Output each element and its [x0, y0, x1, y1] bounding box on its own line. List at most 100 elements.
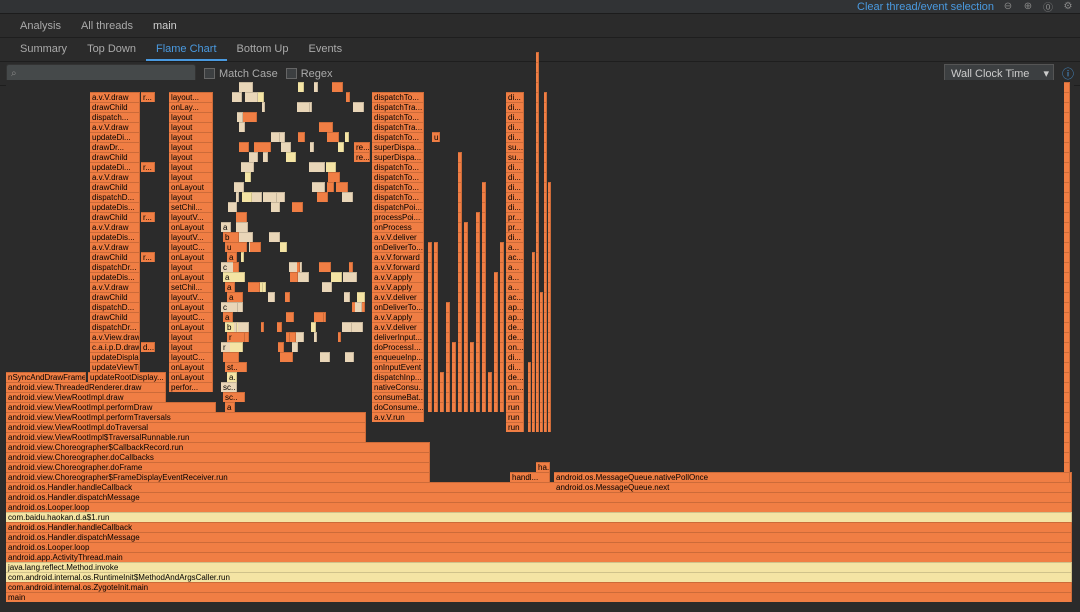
- flame-frame[interactable]: [528, 372, 531, 382]
- flame-frame[interactable]: [544, 332, 547, 342]
- flame-frame[interactable]: [536, 102, 539, 112]
- flame-frame[interactable]: run: [506, 392, 524, 402]
- flame-frame[interactable]: [440, 382, 444, 392]
- flame-frame[interactable]: [464, 302, 468, 312]
- flame-frame[interactable]: a...: [506, 272, 524, 282]
- flame-frame[interactable]: a.v.View.draw: [90, 332, 140, 342]
- flame-frame[interactable]: [1064, 202, 1070, 212]
- flame-frame[interactable]: [540, 392, 543, 402]
- flame-frame[interactable]: su...: [506, 142, 524, 152]
- flame-frame[interactable]: [458, 192, 462, 202]
- tab-analysis[interactable]: Analysis: [10, 15, 71, 37]
- flame-frame[interactable]: a.v.V.apply: [372, 312, 424, 322]
- flame-frame[interactable]: [292, 202, 303, 212]
- tab-all-threads[interactable]: All threads: [71, 15, 143, 37]
- flame-frame[interactable]: [1064, 212, 1070, 222]
- flame-frame[interactable]: updateRootDisplay...: [88, 372, 166, 382]
- flame-frame[interactable]: [327, 182, 334, 192]
- flame-frame[interactable]: [528, 422, 531, 432]
- flame-frame[interactable]: [470, 342, 474, 352]
- flame-frame[interactable]: [241, 162, 254, 172]
- flame-frame[interactable]: [536, 132, 539, 142]
- flame-frame[interactable]: layout: [169, 332, 213, 342]
- flame-frame[interactable]: [548, 352, 551, 362]
- flame-frame[interactable]: [544, 372, 547, 382]
- flame-frame[interactable]: drawChild: [90, 312, 140, 322]
- flame-frame[interactable]: [532, 262, 535, 272]
- flame-frame[interactable]: [446, 372, 450, 382]
- flame-frame[interactable]: di...: [506, 172, 524, 182]
- regex-checkbox[interactable]: Regex: [286, 68, 333, 80]
- flame-frame[interactable]: layoutC...: [169, 242, 213, 252]
- flame-frame[interactable]: onLayout: [169, 272, 213, 282]
- flame-frame[interactable]: on...: [506, 342, 524, 352]
- flame-frame[interactable]: [241, 252, 244, 262]
- flame-frame[interactable]: [464, 382, 468, 392]
- flame-frame[interactable]: [532, 322, 535, 332]
- flame-frame[interactable]: [500, 352, 504, 362]
- flame-frame[interactable]: sc..: [221, 382, 237, 392]
- flame-frame[interactable]: [319, 262, 331, 272]
- flame-frame[interactable]: [1064, 342, 1070, 352]
- flame-frame[interactable]: [494, 282, 498, 292]
- flame-frame[interactable]: [536, 392, 539, 402]
- flame-frame[interactable]: [482, 292, 486, 302]
- flame-frame[interactable]: doConsume...: [372, 402, 424, 412]
- flame-frame[interactable]: [548, 372, 551, 382]
- flame-frame[interactable]: [500, 272, 504, 282]
- flame-frame[interactable]: [458, 212, 462, 222]
- flame-frame[interactable]: [1064, 442, 1070, 452]
- flame-frame[interactable]: android.view.Choreographer$CallbackRecor…: [6, 442, 430, 452]
- flame-frame[interactable]: a...: [506, 282, 524, 292]
- flame-frame[interactable]: com.android.internal.os.RuntimeInit$Meth…: [6, 572, 1072, 582]
- flame-frame[interactable]: onLayout: [169, 252, 213, 262]
- flame-frame[interactable]: [1064, 322, 1070, 332]
- flame-frame[interactable]: dispatchTo...: [372, 132, 424, 142]
- flame-frame[interactable]: android.os.Handler.handleCallback: [6, 522, 1072, 532]
- flame-frame[interactable]: [228, 202, 237, 212]
- flame-frame[interactable]: [528, 392, 531, 402]
- flame-frame[interactable]: [298, 272, 309, 282]
- flame-frame[interactable]: [428, 362, 432, 372]
- flame-frame[interactable]: [1064, 332, 1070, 342]
- flame-frame[interactable]: [476, 322, 480, 332]
- flame-frame[interactable]: [476, 332, 480, 342]
- flame-frame[interactable]: [482, 282, 486, 292]
- flame-frame[interactable]: [278, 342, 284, 352]
- flame-frame[interactable]: [458, 262, 462, 272]
- flame-frame[interactable]: [1064, 232, 1070, 242]
- flame-frame[interactable]: consumeBat...: [372, 392, 424, 402]
- flame-frame[interactable]: [434, 262, 438, 272]
- flame-frame[interactable]: [458, 242, 462, 252]
- flame-frame[interactable]: r...: [141, 92, 155, 102]
- flame-frame[interactable]: [314, 332, 317, 342]
- flame-frame[interactable]: [223, 352, 239, 362]
- flame-frame[interactable]: [464, 372, 468, 382]
- flame-frame[interactable]: [544, 102, 547, 112]
- minus-icon[interactable]: ⊖: [1002, 1, 1014, 13]
- flame-frame[interactable]: [434, 372, 438, 382]
- flame-frame[interactable]: [1064, 222, 1070, 232]
- flame-frame[interactable]: [428, 302, 432, 312]
- flame-frame[interactable]: [346, 92, 350, 102]
- flame-frame[interactable]: [494, 382, 498, 392]
- flame-frame[interactable]: [428, 372, 432, 382]
- flame-frame[interactable]: com.android.internal.os.ZygoteInit.main: [6, 582, 1072, 592]
- flame-frame[interactable]: [470, 402, 474, 412]
- flame-frame[interactable]: [311, 322, 316, 332]
- flame-frame[interactable]: [440, 392, 444, 402]
- flame-frame[interactable]: a.v.V.draw: [90, 222, 140, 232]
- flame-frame[interactable]: [458, 352, 462, 362]
- flame-frame[interactable]: [548, 252, 551, 262]
- flame-frame[interactable]: [548, 302, 551, 312]
- flame-frame[interactable]: [476, 352, 480, 362]
- flame-frame[interactable]: [1064, 92, 1070, 102]
- flame-frame[interactable]: [540, 372, 543, 382]
- flame-frame[interactable]: [351, 322, 363, 332]
- flame-frame[interactable]: [540, 322, 543, 332]
- flame-frame[interactable]: layout: [169, 132, 213, 142]
- flame-frame[interactable]: [428, 282, 432, 292]
- flame-frame[interactable]: dispatchTra...: [372, 102, 424, 112]
- flame-frame[interactable]: [532, 402, 535, 412]
- flame-frame[interactable]: [319, 122, 333, 132]
